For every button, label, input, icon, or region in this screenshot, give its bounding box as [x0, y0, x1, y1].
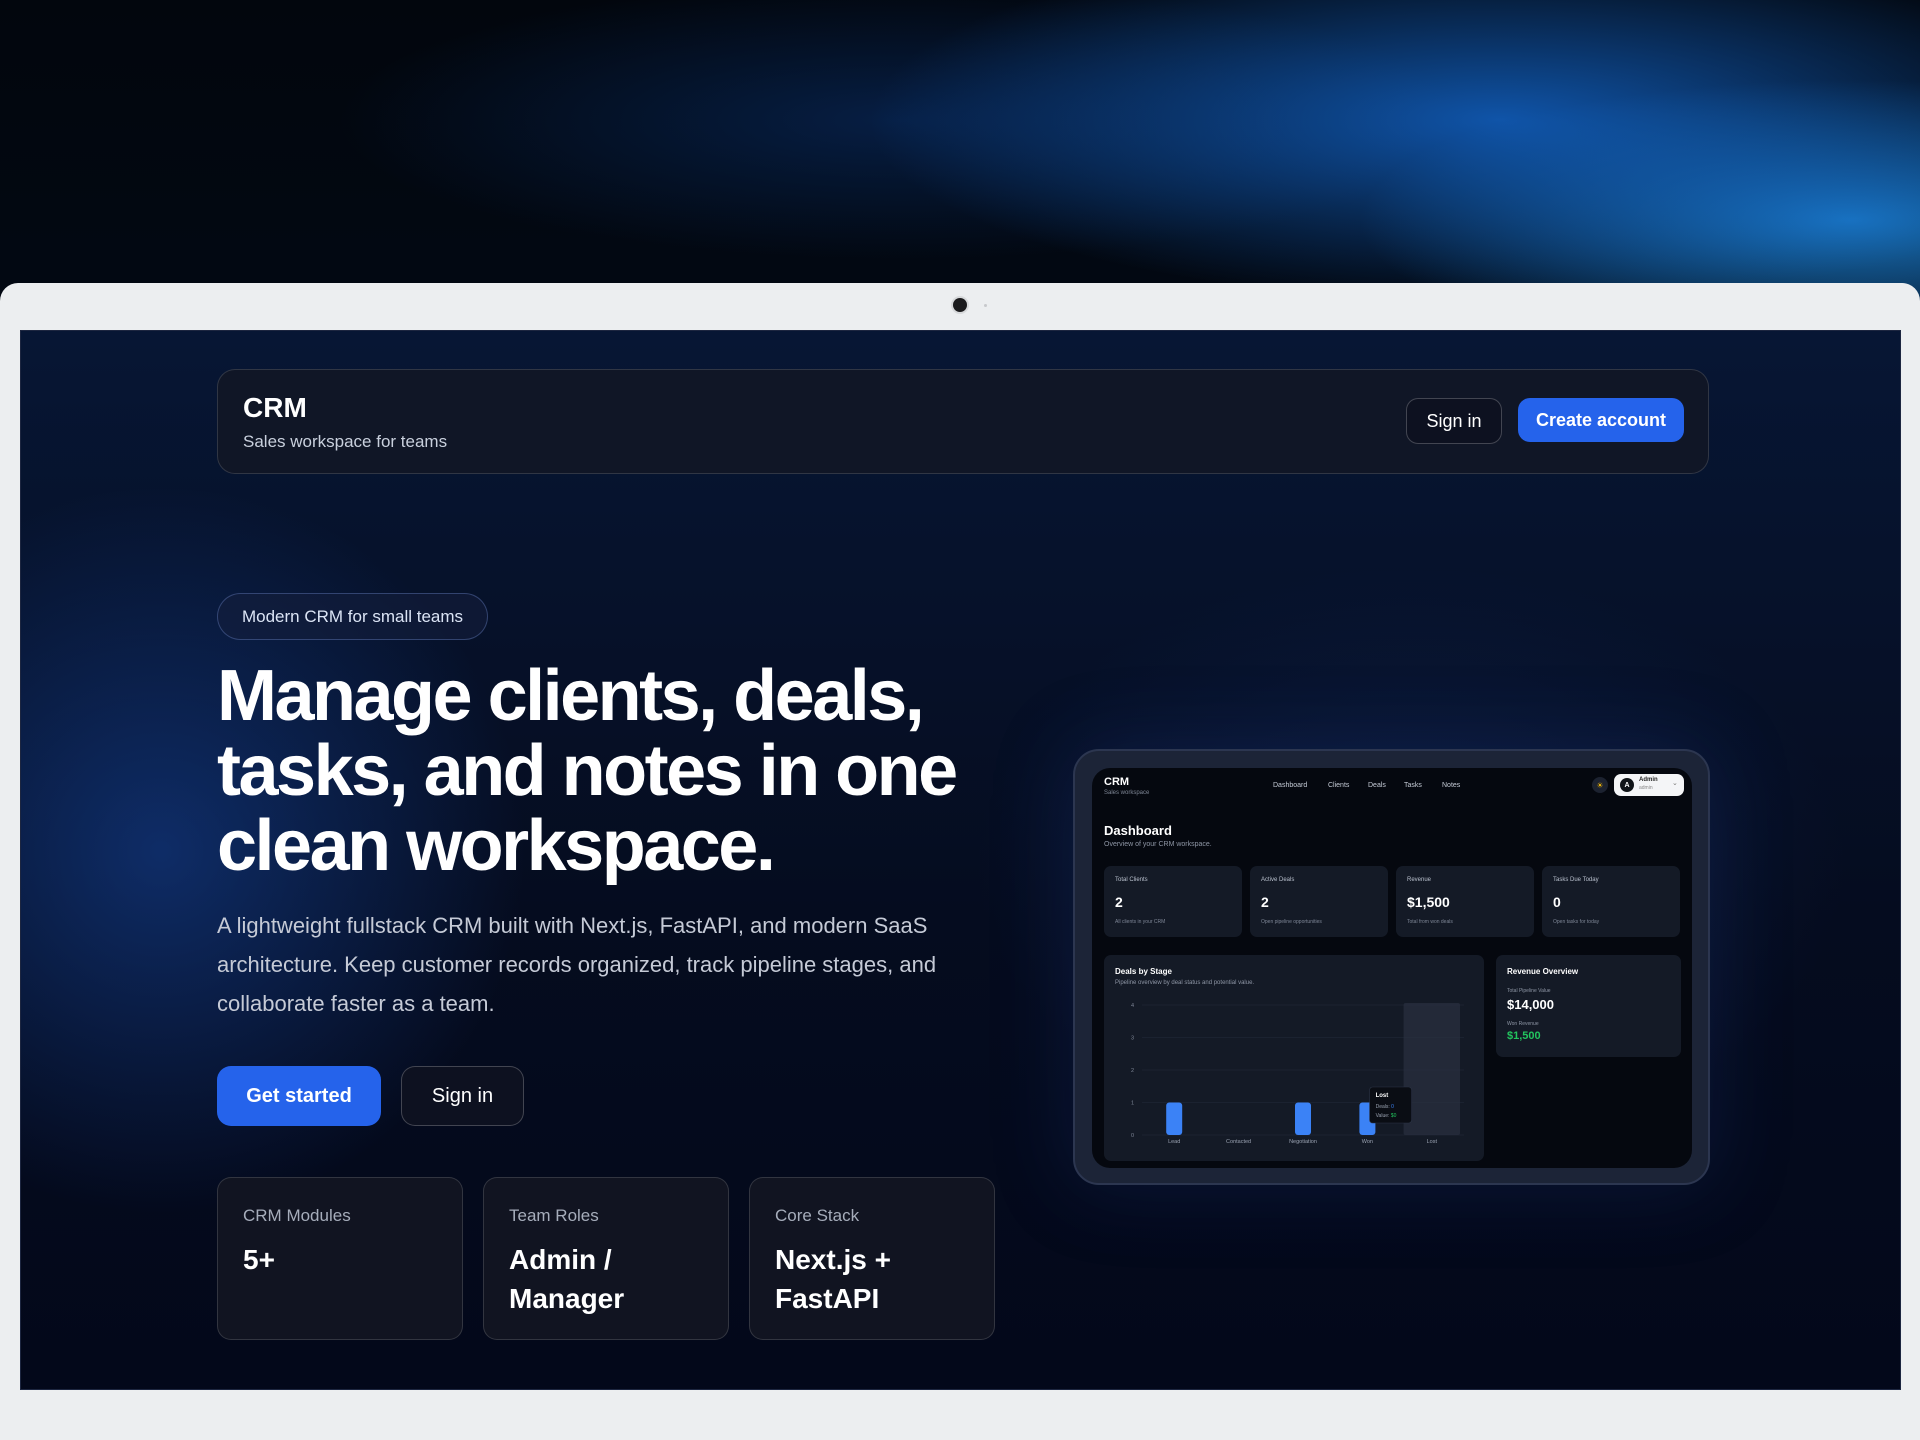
chart-y-tick-label: 2 — [1131, 1068, 1134, 1074]
pipeline-value: $14,000 — [1507, 997, 1554, 1012]
stat-card-crm-modules: CRM Modules 5+ — [217, 1177, 463, 1340]
dashboard-preview: CRM Sales workspace Dashboard Clients De… — [1073, 749, 1710, 1185]
chart-tooltip-title: Lost — [1376, 1093, 1389, 1099]
hero-sign-in-button[interactable]: Sign in — [401, 1066, 524, 1126]
chart-x-tick-label: Lead — [1168, 1139, 1180, 1145]
stat-card-team-roles: Team Roles Admin / Manager — [483, 1177, 729, 1340]
brand-subtitle: Sales workspace for teams — [243, 432, 448, 451]
chart-bar — [1295, 1102, 1311, 1135]
preview-nav-dashboard: Dashboard — [1273, 782, 1308, 789]
card-hint: Total from won deals — [1407, 919, 1453, 925]
card-hint: Open pipeline opportunities — [1261, 919, 1322, 925]
create-account-button[interactable]: Create account — [1518, 398, 1684, 442]
preview-card-active-deals: Active Deals 2 Open pipeline opportuniti… — [1250, 866, 1388, 937]
stat-value: 5+ — [243, 1244, 275, 1275]
card-value: 2 — [1261, 894, 1269, 910]
stat-value: Next.js + FastAPI — [775, 1244, 891, 1314]
brand-title[interactable]: CRM — [243, 392, 307, 424]
preview-screen: CRM Sales workspace Dashboard Clients De… — [1092, 768, 1692, 1168]
card-value: 2 — [1115, 894, 1123, 910]
preview-nav-deals: Deals — [1368, 782, 1386, 789]
won-revenue-value: $1,500 — [1507, 1030, 1541, 1042]
chart-y-tick-label: 3 — [1131, 1036, 1134, 1042]
card-label: Revenue — [1407, 877, 1432, 883]
sun-icon: ☀ — [1592, 777, 1608, 793]
camera-indicator — [984, 304, 987, 307]
landing-page: CRM Sales workspace for teams Sign in Cr… — [20, 330, 1901, 1390]
hero-headline: Manage clients, deals, tasks, and notes … — [217, 656, 958, 886]
preview-user-name: Admin — [1639, 777, 1658, 783]
card-label: Total Clients — [1115, 877, 1148, 883]
webcam-icon — [953, 298, 967, 312]
pipeline-label: Total Pipeline Value — [1507, 988, 1551, 994]
chart-y-tick-label: 4 — [1131, 1003, 1134, 1009]
chart-hover-highlight — [1403, 1003, 1460, 1135]
revenue-overview-panel: Revenue Overview Total Pipeline Value $1… — [1496, 955, 1681, 1057]
card-value: 0 — [1553, 894, 1561, 910]
deals-chart: 0 1 2 3 4 Lead Contacted Negotiation Won Lost Lost… — [1131, 1003, 1464, 1145]
card-hint: Open tasks for today — [1553, 919, 1600, 925]
preview-card-tasks-due: Tasks Due Today 0 Open tasks for today — [1542, 866, 1680, 937]
chart-y-tick-label: 1 — [1131, 1101, 1134, 1107]
card-hint: All clients in your CRM — [1115, 919, 1166, 925]
stat-label: CRM Modules — [243, 1206, 351, 1225]
revenue-title: Revenue Overview — [1507, 967, 1579, 976]
nav-sign-in-button[interactable]: Sign in — [1406, 398, 1502, 444]
preview-brand-subtitle: Sales workspace — [1104, 790, 1150, 796]
preview-nav-tasks: Tasks — [1404, 782, 1422, 789]
chevron-down-icon: ⌄ — [1672, 780, 1678, 787]
preview-brand-title: CRM — [1104, 776, 1130, 788]
chart-x-tick-label: Negotiation — [1289, 1139, 1317, 1145]
hero-badge: Modern CRM for small teams — [217, 593, 488, 640]
preview-nav-clients: Clients — [1328, 782, 1350, 789]
get-started-button[interactable]: Get started — [217, 1066, 381, 1126]
chart-tooltip-value: Value: $0 — [1376, 1113, 1397, 1119]
stat-label: Core Stack — [775, 1206, 860, 1225]
preview-page-subtitle: Overview of your CRM workspace. — [1104, 841, 1212, 848]
top-navigation: CRM Sales workspace for teams Sign in Cr… — [217, 369, 1709, 474]
preview-page-title: Dashboard — [1104, 823, 1172, 838]
preview-nav-notes: Notes — [1442, 782, 1461, 789]
avatar: A — [1620, 778, 1634, 792]
card-value: $1,500 — [1407, 894, 1450, 910]
chart-tooltip-deals: Deals: 0 — [1376, 1104, 1395, 1110]
card-label: Active Deals — [1261, 877, 1295, 883]
stat-card-core-stack: Core Stack Next.js + FastAPI — [749, 1177, 995, 1340]
chart-y-tick-label: 0 — [1131, 1133, 1134, 1139]
chart-x-tick-label: Contacted — [1226, 1139, 1251, 1145]
preview-card-total-clients: Total Clients 2 All clients in your CRM — [1104, 866, 1242, 937]
chart-x-tick-label: Won — [1362, 1139, 1373, 1145]
preview-user-role: admin — [1639, 785, 1653, 791]
hero-description: A lightweight fullstack CRM built with N… — [217, 913, 937, 1016]
stat-value: Admin / Manager — [509, 1244, 625, 1314]
card-label: Tasks Due Today — [1553, 877, 1599, 883]
preview-user-menu: A Admin admin ⌄ — [1614, 774, 1684, 796]
won-revenue-label: Won Revenue — [1507, 1021, 1539, 1027]
stat-label: Team Roles — [509, 1206, 599, 1225]
chart-bar — [1166, 1102, 1183, 1135]
deals-by-stage-panel: Deals by Stage Pipeline overview by deal… — [1104, 955, 1484, 1161]
preview-card-revenue: Revenue $1,500 Total from won deals — [1396, 866, 1534, 937]
chart-x-tick-label: Lost — [1427, 1139, 1438, 1145]
